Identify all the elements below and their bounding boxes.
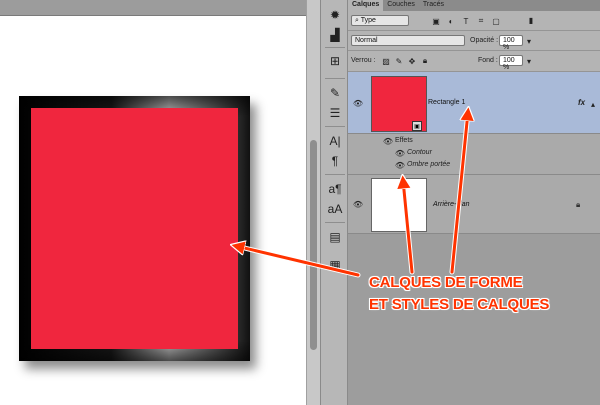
vertical-scrollbar[interactable] [306, 0, 320, 405]
tab-couches[interactable]: Couches [383, 0, 419, 11]
histogram-icon[interactable]: ✹ [325, 6, 345, 24]
filter-toggle-icon[interactable]: ▮ [526, 15, 536, 25]
visibility-eye-icon[interactable]: 👁︎ [353, 200, 363, 209]
lock-label: Verrou : [351, 57, 376, 64]
effects-eye-icon[interactable]: 👁︎ [383, 137, 393, 146]
filter-select[interactable]: ⌕ Type [351, 15, 409, 26]
callout-line-2: ET STYLES DE CALQUES [369, 296, 550, 313]
drop-shadow-eye-icon[interactable]: 👁︎ [395, 161, 405, 170]
character-icon[interactable]: A| [325, 132, 345, 150]
app-window: ✹ ▟ ⊞ ✎ ☰ A| ¶ a¶ aA ▤ ▦ Calques Couches… [0, 0, 600, 405]
filter-value: Type [360, 17, 376, 24]
notes-icon[interactable]: ▤ [325, 228, 345, 246]
levels-icon[interactable]: ▟ [325, 26, 345, 44]
type-filter-icon[interactable]: T [461, 16, 471, 26]
fill-input[interactable]: 100 % [499, 55, 523, 71]
blend-mode-select[interactable]: Normal [351, 35, 465, 46]
panel-tabs: Calques Couches Tracés [348, 0, 600, 11]
dock-divider [325, 126, 345, 127]
adjustment-filter-icon[interactable]: ◐ [446, 16, 456, 26]
chevron-up-icon[interactable]: ▴ [588, 99, 598, 109]
vector-mask-icon: ▣ [412, 121, 422, 131]
image-filter-icon[interactable]: ▣ [431, 16, 441, 26]
lock-pixels-icon[interactable]: ✎ [394, 56, 404, 66]
paragraph-icon[interactable]: ¶ [325, 152, 345, 170]
panel-dock: ✹ ▟ ⊞ ✎ ☰ A| ¶ a¶ aA ▤ ▦ [320, 0, 348, 405]
opacity-label: Opacité : [470, 37, 499, 44]
dock-divider [325, 47, 345, 48]
layers-panel: Calques Couches Tracés ⌕ Type ▣ ◐ T ⌗ ▢ … [348, 0, 600, 405]
styled-frame-shape[interactable] [19, 96, 250, 361]
effects-label[interactable]: Effets [395, 137, 413, 144]
swatches-icon[interactable]: ⊞ [325, 52, 345, 70]
rectangle-shape[interactable] [31, 108, 238, 349]
opacity-input[interactable]: 100 % [499, 35, 523, 51]
lock-row: Verrou : ▨ ✎ ✥ 🔒︎ Fond : 100 % ▾ [348, 51, 600, 72]
contour-eye-icon[interactable]: 👁︎ [395, 149, 405, 158]
effect-drop-shadow[interactable]: Ombre portée [407, 161, 450, 168]
dock-divider [325, 222, 345, 223]
effect-contour[interactable]: Contour [407, 149, 432, 156]
shape-filter-icon[interactable]: ⌗ [476, 16, 486, 26]
navigator-icon[interactable]: ▦ [325, 256, 345, 274]
layer-row-background[interactable]: 👁︎ Arrière-plan 🔒︎ [348, 174, 600, 234]
lock-icon: 🔒︎ [576, 200, 581, 209]
lock-position-icon[interactable]: ✥ [407, 56, 417, 66]
layer-effects-group: 👁︎ Effets 👁︎ Contour 👁︎ Ombre portée [348, 134, 600, 174]
char-style-icon[interactable]: a¶ [325, 180, 345, 198]
para-style-icon[interactable]: aA [325, 200, 345, 218]
scrollbar-thumb[interactable] [310, 140, 317, 350]
layer-thumbnail [371, 178, 427, 232]
lock-transparency-icon[interactable]: ▨ [381, 56, 391, 66]
filter-row: ⌕ Type ▣ ◐ T ⌗ ▢ ▮ [348, 11, 600, 31]
layer-row-rectangle[interactable]: 👁︎ ▣ Rectangle 1 fx ▴ [348, 72, 600, 134]
tab-traces[interactable]: Tracés [419, 0, 448, 11]
callout-text: CALQUES DE FORME ET STYLES DE CALQUES [369, 272, 599, 316]
callout-line-1: CALQUES DE FORME [369, 274, 523, 291]
lock-all-icon[interactable]: 🔒︎ [420, 56, 430, 66]
visibility-eye-icon[interactable]: 👁︎ [353, 99, 363, 108]
dock-divider [325, 174, 345, 175]
layer-name[interactable]: Rectangle 1 [428, 99, 465, 106]
search-icon: ⌕ [355, 17, 359, 24]
layer-name[interactable]: Arrière-plan [433, 201, 470, 208]
chevron-down-icon[interactable]: ▾ [524, 56, 534, 66]
blend-row: Normal Opacité : 100 % ▾ [348, 31, 600, 51]
brush-icon[interactable]: ✎ [325, 84, 345, 102]
layers-list: 👁︎ ▣ Rectangle 1 fx ▴ 👁︎ Effets 👁︎ Conto… [348, 72, 600, 405]
canvas-ruler [0, 0, 306, 16]
tab-calques[interactable]: Calques [348, 0, 384, 11]
dock-divider [325, 78, 345, 79]
adjust-icon[interactable]: ☰ [325, 104, 345, 122]
fill-label: Fond : [478, 57, 498, 64]
smart-object-filter-icon[interactable]: ▢ [491, 16, 501, 26]
fx-icon[interactable]: fx [578, 98, 585, 107]
chevron-down-icon[interactable]: ▾ [524, 36, 534, 46]
